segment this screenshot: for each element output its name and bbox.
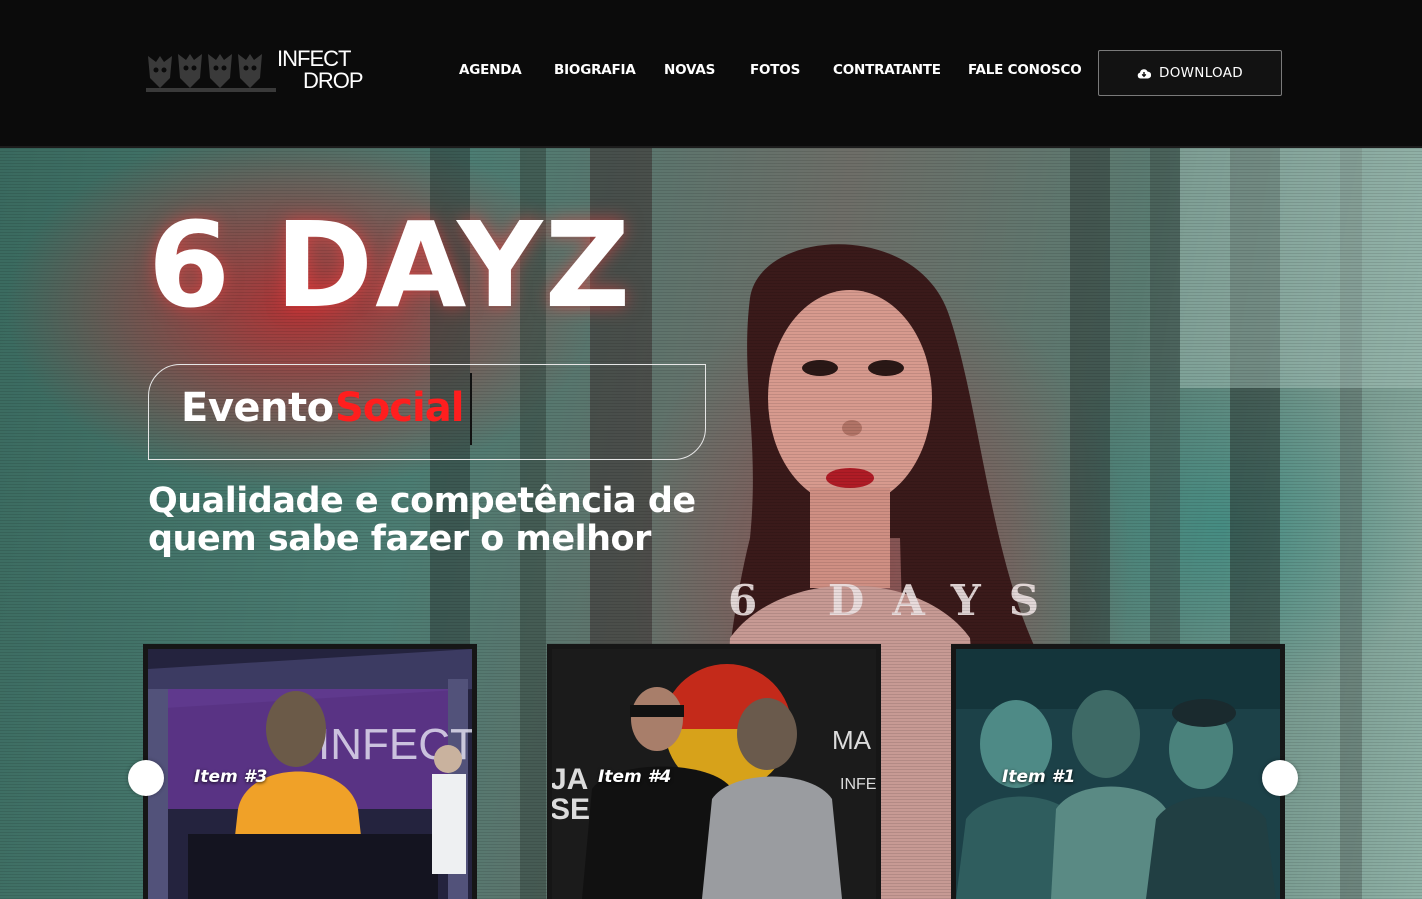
card-label: Item #1 bbox=[1002, 767, 1076, 787]
typewriter-caret bbox=[470, 373, 472, 445]
nav-item-fale-conosco[interactable]: FALE CONOSCO bbox=[968, 62, 1082, 78]
site-header: INFECT DROP AGENDA BIOGRAFIA NOVAS FOTOS… bbox=[0, 0, 1422, 148]
download-label: DOWNLOAD bbox=[1159, 65, 1243, 81]
carousel-card[interactable]: JA SE MA INFEC Item #4 bbox=[547, 644, 881, 899]
nav-item-biografia[interactable]: BIOGRAFIA bbox=[554, 62, 636, 78]
hero-subtitle: Qualidade e competência de quem sabe faz… bbox=[148, 481, 696, 559]
carousel-card[interactable]: Item #1 bbox=[951, 644, 1285, 899]
hero-banner: 6 DAYS 6 DAYZ Evento Social Qualidade e … bbox=[0, 148, 1422, 899]
hero-title: 6 DAYZ bbox=[148, 196, 633, 334]
nav-item-novas[interactable]: NOVAS bbox=[664, 62, 715, 78]
carousel-next-button[interactable] bbox=[1262, 760, 1298, 796]
card-image-dj-stage: INFECT Item #3 bbox=[148, 649, 472, 899]
nav-item-agenda[interactable]: AGENDA bbox=[459, 62, 522, 78]
svg-text:SE: SE bbox=[552, 793, 590, 826]
cloud-download-icon bbox=[1137, 68, 1152, 78]
card-label: Item #4 bbox=[598, 767, 672, 787]
carousel-prev-button[interactable] bbox=[128, 760, 164, 796]
card-label: Item #3 bbox=[194, 767, 268, 787]
typewriter-box: Evento Social bbox=[148, 364, 706, 460]
typewriter-word-1: Evento bbox=[181, 385, 334, 431]
nav-item-fotos[interactable]: FOTOS bbox=[750, 62, 800, 78]
video-watermark: 6 DAYS bbox=[728, 576, 1068, 625]
carousel-card[interactable]: INFECT Item #3 bbox=[143, 644, 477, 899]
nav-item-contratante[interactable]: CONTRATANTE bbox=[833, 62, 941, 78]
typewriter-word-2: Social bbox=[335, 385, 464, 431]
download-button[interactable]: DOWNLOAD bbox=[1098, 50, 1282, 96]
card-image-duo: JA SE MA INFEC Item #4 bbox=[552, 649, 876, 899]
svg-text:JA: JA bbox=[552, 763, 588, 796]
svg-text:INFEC: INFEC bbox=[840, 776, 876, 793]
svg-text:MA: MA bbox=[832, 725, 872, 755]
card-image-crowd: Item #1 bbox=[956, 649, 1280, 899]
